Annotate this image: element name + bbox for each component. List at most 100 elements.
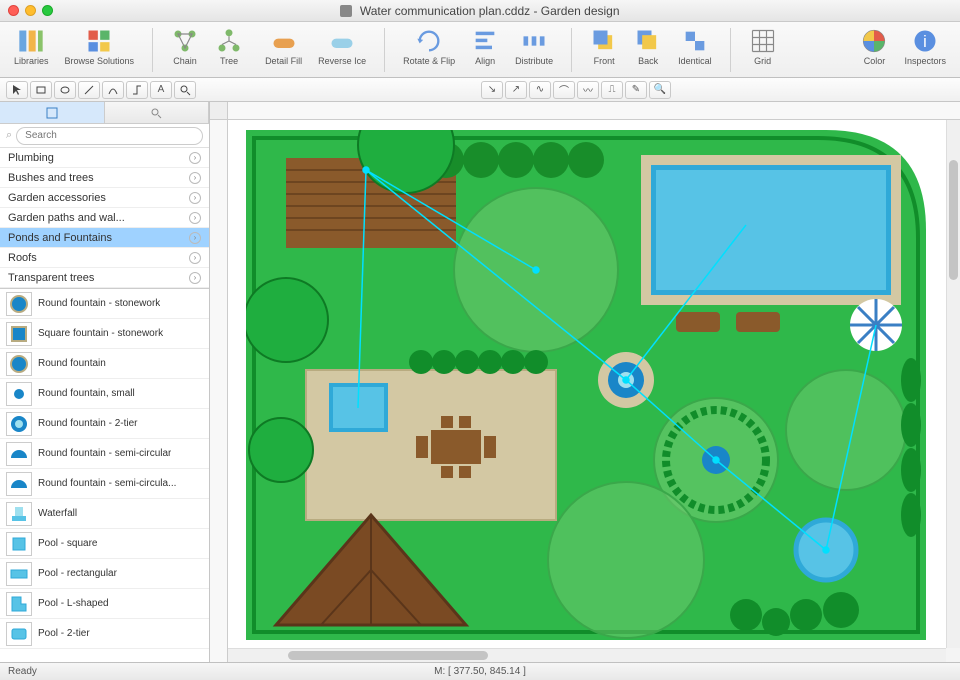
color-button[interactable]: Color [856,26,892,68]
shape-item[interactable]: Round fountain - semi-circular [0,439,209,469]
shape-label: Pool - 2-tier [38,628,90,639]
sidebar-tab-search[interactable] [105,102,210,123]
category-label: Roofs [8,252,37,264]
disclosure-icon: › [189,272,201,284]
align-button[interactable]: Align [467,26,503,68]
category-item[interactable]: Roofs › [0,248,209,268]
shape-thumbnail [6,562,32,586]
zoom-window-button[interactable] [42,5,53,16]
disclosure-icon: › [189,252,201,264]
category-label: Ponds and Fountains [8,232,112,244]
shape-item[interactable]: Round fountain - semi-circula... [0,469,209,499]
shape-item[interactable]: Waterfall [0,499,209,529]
disclosure-icon: › [189,172,201,184]
pen-tool[interactable]: ✎ [625,81,647,99]
category-item[interactable]: Plumbing› [0,148,209,168]
shape-item[interactable]: Pool - rectangular [0,559,209,589]
shape-item[interactable]: Round fountain - stonework [0,289,209,319]
back-icon [634,28,662,54]
disclosure-icon: › [189,192,201,204]
shape-label: Pool - square [38,538,97,549]
shape-item[interactable]: Pool - L-shaped [0,589,209,619]
vertical-scrollbar[interactable] [946,120,960,648]
detail-fill-label: Detail Fill [265,56,302,66]
shape-item[interactable]: Pool - 2-tier [0,619,209,649]
color-icon [860,28,888,54]
grid-label: Grid [754,56,771,66]
detail-fill-icon [270,28,298,54]
shape-item[interactable]: Round fountain [0,349,209,379]
distribute-button[interactable]: Distribute [511,26,557,68]
minimize-window-button[interactable] [25,5,36,16]
traffic-lights [8,5,53,16]
sidebar-tab-shapes[interactable] [0,102,105,123]
drawing-canvas[interactable] [228,120,946,648]
chain-button[interactable]: Chain [167,26,203,68]
shape-thumbnail [6,292,32,316]
spline-tool[interactable]: ∿ [529,81,551,99]
ellipse-tool[interactable] [54,81,76,99]
scrollbar-thumb[interactable] [949,160,958,280]
text-tool[interactable]: A [150,81,172,99]
reverse-ice-button[interactable]: Reverse Ice [314,26,370,68]
identical-button[interactable]: Identical [674,26,716,68]
back-label: Back [638,56,658,66]
close-window-button[interactable] [8,5,19,16]
bezier-tool[interactable]: 〰 [577,81,599,99]
arc-tool[interactable]: ⌒ [553,81,575,99]
shape-thumbnail [6,502,32,526]
shape-label: Round fountain, small [38,388,135,399]
toolbar-separator [571,28,572,72]
arrow-tool[interactable]: ↘ [481,81,503,99]
arrow-tool-2[interactable]: ↗ [505,81,527,99]
shape-thumbnail [6,472,32,496]
rotate-flip-button[interactable]: Rotate & Flip [399,26,459,68]
curve-tool[interactable] [102,81,124,99]
shape-thumbnail [6,442,32,466]
category-item[interactable]: Ponds and Fountains› [0,228,209,248]
inspectors-button[interactable]: i Inspectors [900,26,950,68]
drawing-toolbar: A ↘ ↗ ∿ ⌒ 〰 ⎍ ✎ 🔍 [0,78,960,102]
grid-button[interactable]: Grid [745,26,781,68]
connector-tool[interactable] [126,81,148,99]
horizontal-scrollbar[interactable] [228,648,946,662]
shape-item[interactable]: Pool - square [0,529,209,559]
zoom-tool[interactable]: 🔍 [649,81,671,99]
front-button[interactable]: Front [586,26,622,68]
status-ready: Ready [8,666,37,677]
pointer-tool[interactable] [6,81,28,99]
category-item[interactable]: Garden accessories› [0,188,209,208]
libraries-button[interactable]: Libraries [10,26,53,68]
shape-label: Round fountain - 2-tier [38,418,138,429]
front-icon [590,28,618,54]
align-icon [471,28,499,54]
toolbar-separator [384,28,385,72]
back-button[interactable]: Back [630,26,666,68]
rect-tool[interactable] [30,81,52,99]
detail-fill-button[interactable]: Detail Fill [261,26,306,68]
shape-thumbnail [6,622,32,646]
align-label: Align [475,56,495,66]
category-item[interactable]: Transparent trees› [0,268,209,288]
color-label: Color [864,56,886,66]
shape-item[interactable]: Round fountain, small [0,379,209,409]
category-label: Garden paths and wal... [8,212,125,224]
line-tool[interactable] [78,81,100,99]
tree-label: Tree [220,56,238,66]
category-item[interactable]: Garden paths and wal...› [0,208,209,228]
search-tool[interactable] [174,81,196,99]
library-search-input[interactable] [16,127,203,145]
shape-label: Round fountain - semi-circular [38,448,171,459]
scrollbar-thumb[interactable] [288,651,488,660]
browse-solutions-button[interactable]: Browse Solutions [61,26,139,68]
category-item[interactable]: Bushes and trees› [0,168,209,188]
tree-button[interactable]: Tree [211,26,247,68]
shape-item[interactable]: Round fountain - 2-tier [0,409,209,439]
chain-label: Chain [173,56,197,66]
reverse-ice-icon [328,28,356,54]
shape-item[interactable]: Square fountain - stonework [0,319,209,349]
category-label: Plumbing [8,152,54,164]
shape-list: Round fountain - stoneworkSquare fountai… [0,289,209,662]
polyline-tool[interactable]: ⎍ [601,81,623,99]
identical-label: Identical [678,56,712,66]
